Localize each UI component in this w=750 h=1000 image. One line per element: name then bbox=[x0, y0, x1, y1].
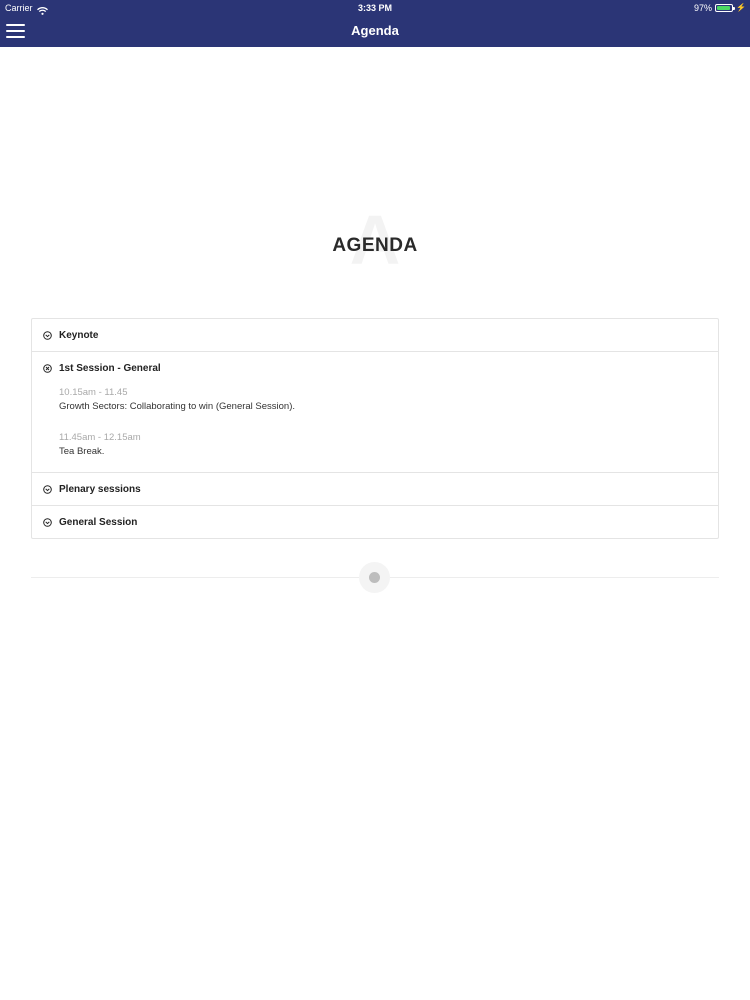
chevron-circle-down-icon bbox=[43, 484, 52, 494]
page-title: AGENDA bbox=[332, 235, 418, 256]
accordion-body-1st-session: 10.15am - 11.45 Growth Sectors: Collabor… bbox=[32, 384, 718, 472]
charging-icon: ⚡ bbox=[736, 3, 746, 12]
entry-description: Growth Sectors: Collaborating to win (Ge… bbox=[59, 401, 296, 412]
agenda-accordion: Keynote 1st Session - General 10.15am - … bbox=[31, 318, 719, 539]
top-bar: Carrier 3:33 PM 97% ⚡ Agenda bbox=[0, 0, 750, 47]
entry-time: 10.15am - 11.45 bbox=[59, 387, 128, 398]
accordion-item-1st-session: 1st Session - General 10.15am - 11.45 Gr… bbox=[32, 352, 718, 473]
accordion-header-keynote[interactable]: Keynote bbox=[32, 319, 718, 351]
accordion-title: General Session bbox=[59, 516, 138, 528]
page-heading-area: A AGENDA bbox=[0, 205, 750, 285]
accordion-header-1st-session[interactable]: 1st Session - General bbox=[32, 352, 718, 384]
accordion-title: 1st Session - General bbox=[59, 362, 161, 374]
chevron-circle-down-icon bbox=[43, 517, 52, 527]
close-circle-icon bbox=[43, 363, 52, 373]
entry-time: 11.45am - 12.15am bbox=[59, 432, 141, 443]
status-bar: Carrier 3:33 PM 97% ⚡ bbox=[0, 0, 750, 16]
battery-icon bbox=[715, 4, 736, 12]
accordion-header-plenary-sessions[interactable]: Plenary sessions bbox=[32, 473, 718, 505]
status-time: 3:33 PM bbox=[357, 3, 392, 13]
agenda-entry: 10.15am - 11.45 Growth Sectors: Collabor… bbox=[59, 386, 718, 415]
accordion-item-plenary-sessions: Plenary sessions bbox=[32, 473, 718, 506]
accordion-title: Keynote bbox=[59, 329, 99, 341]
entry-description: Tea Break. bbox=[59, 446, 105, 457]
battery-percent: 97% bbox=[694, 3, 713, 13]
accordion-item-general-session: General Session bbox=[32, 506, 718, 538]
accordion-header-general-session[interactable]: General Session bbox=[32, 506, 718, 538]
divider-dot-icon bbox=[359, 562, 390, 593]
nav-title: Agenda bbox=[351, 23, 399, 38]
accordion-item-keynote: Keynote bbox=[32, 319, 718, 352]
chevron-circle-down-icon bbox=[43, 330, 52, 340]
navigation-bar: Agenda bbox=[0, 16, 750, 47]
agenda-entry: 11.45am - 12.15am Tea Break. bbox=[59, 431, 718, 460]
accordion-title: Plenary sessions bbox=[59, 483, 141, 495]
